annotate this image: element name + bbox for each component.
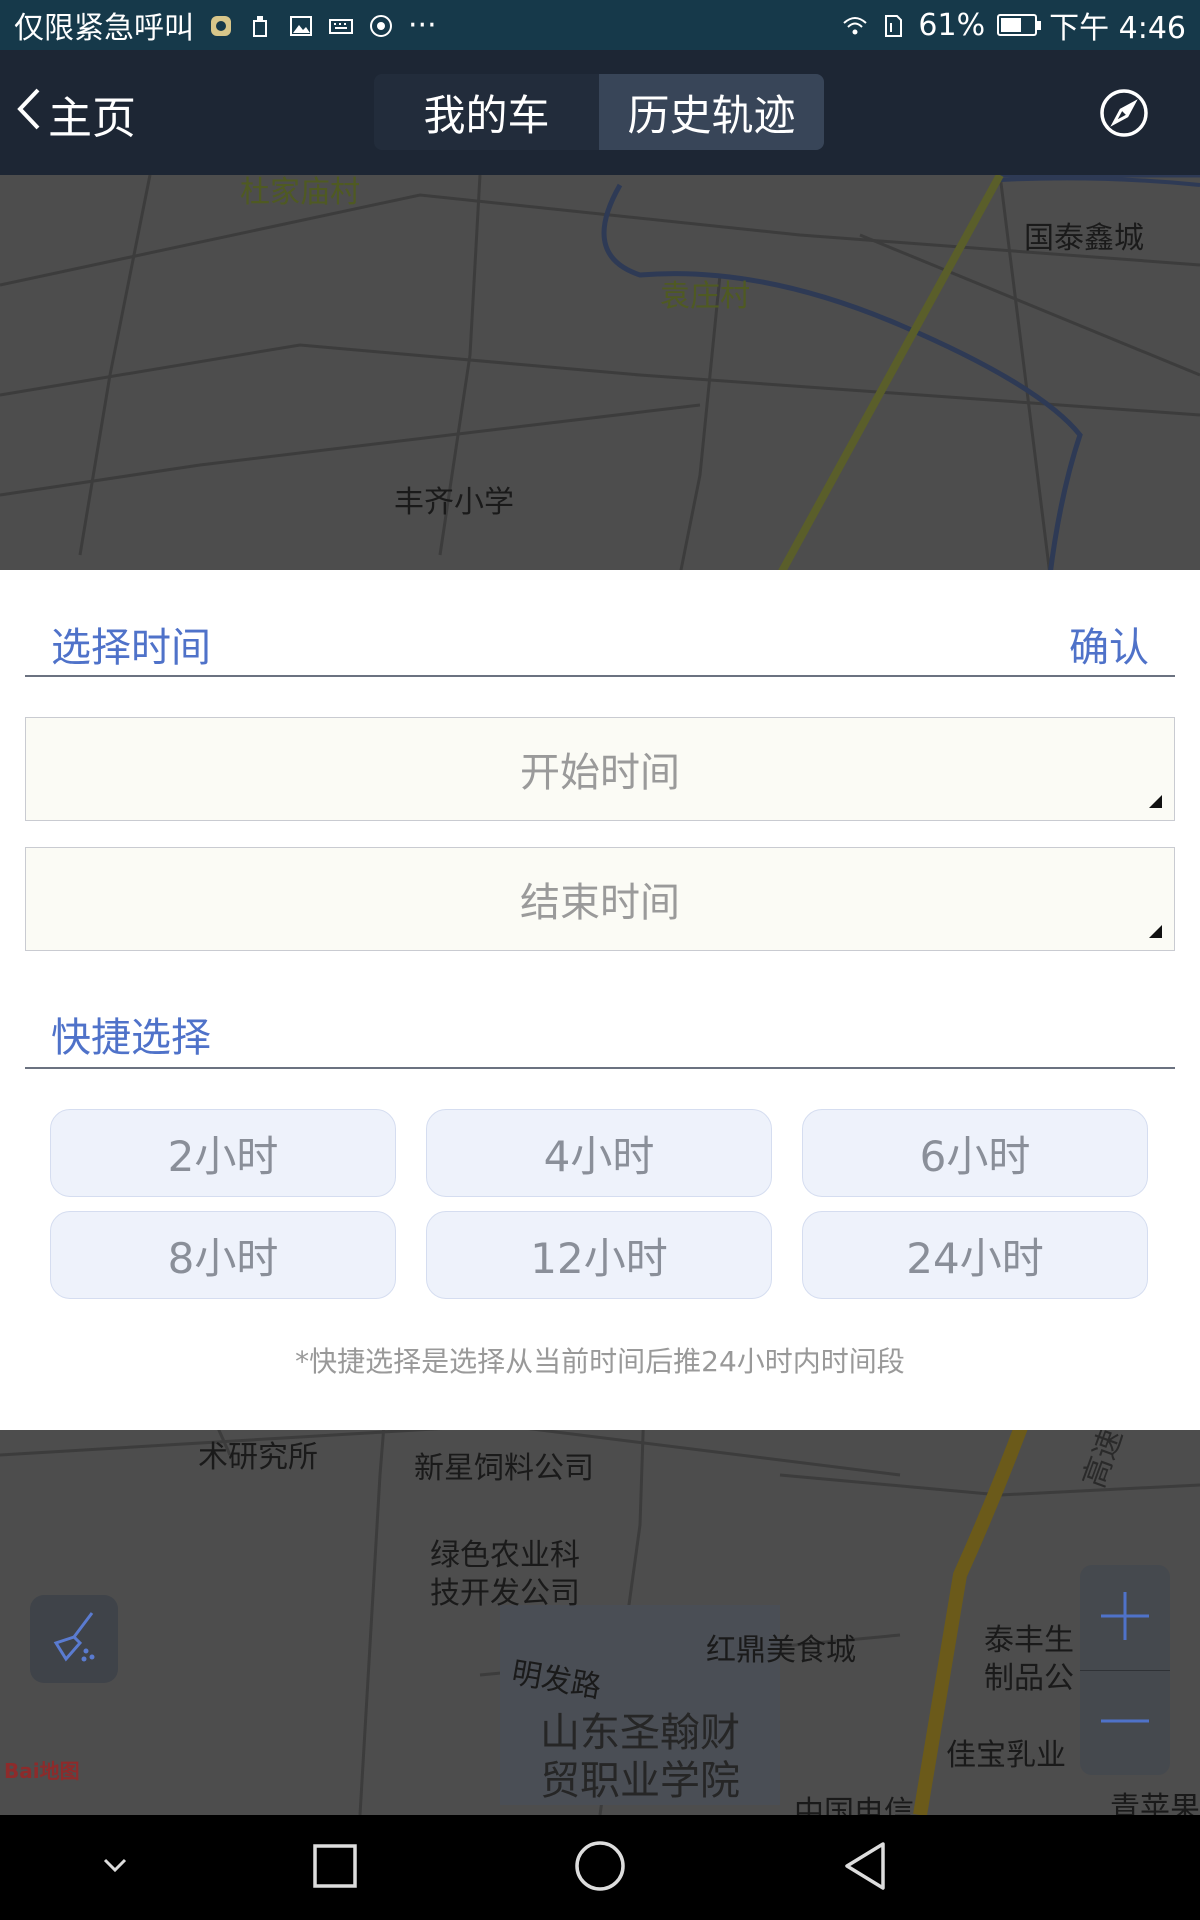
map-label: 青苹果 — [1110, 1791, 1200, 1815]
chevron-down-icon — [95, 1846, 135, 1890]
quick-select-title: 快捷选择 — [51, 1015, 211, 1061]
map-label: 术研究所 — [198, 1440, 318, 1475]
quick-option-12h[interactable]: 12小时 — [426, 1211, 772, 1299]
quick-option-2h[interactable]: 2小时 — [50, 1109, 396, 1197]
quick-select-header: 快捷选择 — [25, 1005, 1175, 1069]
hide-nav-button[interactable] — [80, 1835, 150, 1901]
system-nav-bar — [0, 1815, 1200, 1920]
clear-track-button[interactable] — [30, 1595, 118, 1683]
map-label: 贸职业学院 — [540, 1758, 740, 1804]
map-label: 丰齐小学 — [394, 485, 514, 520]
notification-app-icon — [208, 12, 234, 38]
map-label: 中国电信 — [794, 1795, 914, 1815]
zoom-controls — [1080, 1565, 1170, 1775]
quick-option-6h[interactable]: 6小时 — [802, 1109, 1148, 1197]
clock: 下午 4:46 — [1049, 11, 1186, 46]
cleaner-icon — [248, 12, 274, 38]
quick-option-4h[interactable]: 4小时 — [426, 1109, 772, 1197]
tab-history-track[interactable]: 历史轨迹 — [599, 74, 824, 150]
circle-icon — [570, 1836, 630, 1900]
quick-option-24h[interactable]: 24小时 — [802, 1211, 1148, 1299]
minus-icon — [1095, 1691, 1155, 1755]
wifi-icon — [842, 12, 868, 38]
map-label: 国泰鑫城 — [1024, 221, 1144, 256]
gallery-icon — [288, 12, 314, 38]
map-label: 制品公 — [984, 1661, 1074, 1696]
back-button[interactable]: 主页 — [14, 84, 136, 144]
end-time-placeholder: 结束时间 — [520, 880, 680, 926]
baidu-map-logo: Bai地图 — [4, 1759, 80, 1783]
title-bar: 主页 我的车 历史轨迹 — [0, 50, 1200, 175]
dropdown-corner-icon — [1149, 925, 1162, 938]
status-bar: 仅限紧急呼叫 ··· 61% 下午 4:46 — [0, 0, 1200, 50]
tab-my-car[interactable]: 我的车 — [374, 74, 599, 150]
compass-icon[interactable] — [1098, 87, 1150, 139]
quick-select-hint: *快捷选择是选择从当前时间后推24小时内时间段 — [295, 1345, 905, 1378]
recents-button[interactable] — [300, 1835, 370, 1901]
map-label: 山东圣翰财 — [540, 1710, 740, 1756]
battery-percent: 61% — [918, 7, 986, 43]
plus-icon — [1095, 1586, 1155, 1650]
triangle-back-icon — [835, 1836, 895, 1900]
app-badge-icon — [368, 12, 394, 38]
system-back-button[interactable] — [830, 1835, 900, 1901]
battery-fill — [1001, 18, 1021, 32]
map-label: 技开发公司 — [430, 1576, 580, 1611]
panel-title: 选择时间 — [51, 625, 211, 671]
time-select-panel: 选择时间 确认 开始时间 结束时间 快捷选择 2小时 4小时 6小时 8小时 1… — [0, 570, 1200, 1430]
end-time-field[interactable]: 结束时间 — [25, 847, 1175, 951]
start-time-field[interactable]: 开始时间 — [25, 717, 1175, 821]
panel-header: 选择时间 确认 — [25, 615, 1175, 677]
zoom-out-button[interactable] — [1080, 1670, 1170, 1775]
zoom-in-button[interactable] — [1080, 1565, 1170, 1670]
start-time-placeholder: 开始时间 — [520, 750, 680, 796]
quick-option-8h[interactable]: 8小时 — [50, 1211, 396, 1299]
home-button[interactable] — [565, 1835, 635, 1901]
view-tabs: 我的车 历史轨迹 — [374, 74, 824, 150]
map-label: 袁庄村 — [660, 279, 750, 314]
map-label: 红鼎美食城 — [706, 1633, 856, 1668]
confirm-button[interactable]: 确认 — [1069, 615, 1149, 673]
sim-icon — [880, 12, 906, 38]
square-icon — [305, 1836, 365, 1900]
battery-icon — [997, 14, 1042, 36]
keyboard-icon — [328, 12, 354, 38]
back-label: 主页 — [48, 93, 136, 144]
broom-icon — [44, 1607, 104, 1671]
dropdown-corner-icon — [1149, 795, 1162, 808]
map-label: 杜家庙村 — [240, 175, 360, 210]
more-notifications: ··· — [408, 7, 437, 43]
carrier-text: 仅限紧急呼叫 — [14, 11, 194, 46]
map-label: 佳宝乳业 — [946, 1738, 1066, 1773]
map-label: 新星饲料公司 — [414, 1451, 594, 1486]
chevron-left-icon — [14, 84, 44, 145]
